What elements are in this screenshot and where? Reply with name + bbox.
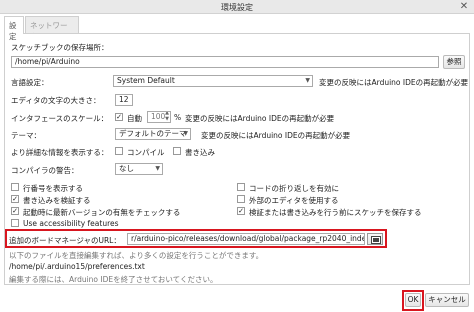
auto-scale-checkbox[interactable] [115, 113, 123, 121]
verbose-upload-checkbox[interactable] [173, 147, 181, 155]
compiler-warnings-label: コンパイラの警告： [11, 166, 79, 175]
theme-restart-note: 変更の反映にはArduino IDEの再起動が必要 [201, 131, 351, 140]
check-updates-checkbox[interactable] [11, 207, 19, 215]
tab-settings[interactable]: 設定 [4, 16, 24, 41]
verbose-compile-label: コンパイル [127, 148, 165, 157]
cancel-button[interactable]: キャンセル [425, 293, 469, 307]
url-list-edit-icon[interactable] [367, 233, 383, 245]
accessibility-label: Use accessibility features [23, 219, 119, 228]
board-manager-url-label: 追加のボードマネージャのURL： [9, 236, 121, 245]
sketchbook-label: スケッチブックの保存場所： [11, 43, 109, 52]
line-numbers-label: 行番号を表示する [23, 184, 83, 193]
window-title: 環境設定 [221, 3, 253, 12]
save-before-verify-checkbox[interactable] [237, 207, 245, 215]
interface-scale-label: インタフェースのスケール： [11, 114, 109, 123]
language-restart-note: 変更の反映にはArduino IDEの再起動が必要 [319, 78, 469, 87]
sketchbook-path-input[interactable]: /home/pi/Arduino [11, 56, 439, 68]
close-icon[interactable]: ✕ [458, 0, 470, 13]
tab-network[interactable]: ネットワーク [25, 16, 79, 41]
scale-restart-note: 変更の反映にはArduino IDEの再起動が必要 [185, 114, 335, 123]
compiler-warnings-select[interactable]: なし ▼ [115, 163, 163, 175]
info-close-ide-note: 編集する際には、Arduino IDEを終了させておいてください。 [9, 275, 218, 284]
chevron-down-icon: ▼ [155, 165, 160, 172]
verbose-upload-label: 書き込み [185, 148, 215, 157]
auto-scale-label: 自動 [127, 114, 142, 123]
scale-unit: % [174, 113, 182, 122]
code-folding-label: コードの折り返しを有効に [249, 184, 339, 193]
font-size-input[interactable]: 12 [115, 94, 133, 106]
font-size-label: エディタの文字の大きさ： [11, 96, 101, 105]
verbose-output-label: より詳細な情報を表示する： [11, 148, 109, 157]
scale-value: 100 [151, 112, 166, 121]
settings-panel: スケッチブックの保存場所： /home/pi/Arduino 参照 言語設定： … [4, 33, 470, 285]
info-edit-note: 以下のファイルを直接編集すれば、より多くの設定を行うことができます。 [9, 251, 264, 260]
check-updates-label: 起動時に最新バージョンの有無をチェックする [23, 208, 181, 217]
ok-button[interactable]: OK [405, 293, 421, 307]
language-select[interactable]: System Default ▼ [113, 75, 313, 87]
preferences-path: /home/pi/.arduino15/preferences.txt [9, 262, 145, 271]
accessibility-checkbox[interactable] [11, 219, 19, 227]
verify-upload-label: 書き込みを検証する [23, 196, 91, 205]
verbose-compile-checkbox[interactable] [115, 147, 123, 155]
external-editor-checkbox[interactable] [237, 195, 245, 203]
external-editor-label: 外部のエディタを使用する [249, 196, 339, 205]
chevron-down-icon: ▼ [305, 77, 310, 84]
save-before-verify-label: 検証または書き込みを行う前にスケッチを保存する [249, 208, 422, 217]
title-bar: 環境設定 ✕ [0, 0, 474, 14]
theme-value: デフォルトのテーマ [119, 129, 187, 138]
language-label: 言語設定： [11, 78, 49, 87]
scale-spinner[interactable]: 100 ▲ ▼ [147, 111, 171, 123]
browse-button[interactable]: 参照 [443, 55, 465, 69]
line-numbers-checkbox[interactable] [11, 183, 19, 191]
theme-label: テーマ： [11, 131, 41, 140]
board-manager-url-input[interactable]: r/arduino-pico/releases/download/global/… [127, 233, 365, 245]
language-value: System Default [117, 76, 175, 85]
chevron-down-icon: ▼ [183, 130, 188, 137]
spinner-arrows-icon[interactable]: ▲ ▼ [165, 112, 169, 122]
theme-select[interactable]: デフォルトのテーマ ▼ [115, 128, 191, 140]
compiler-warnings-value: なし [119, 164, 134, 173]
code-folding-checkbox[interactable] [237, 183, 245, 191]
verify-upload-checkbox[interactable] [11, 195, 19, 203]
